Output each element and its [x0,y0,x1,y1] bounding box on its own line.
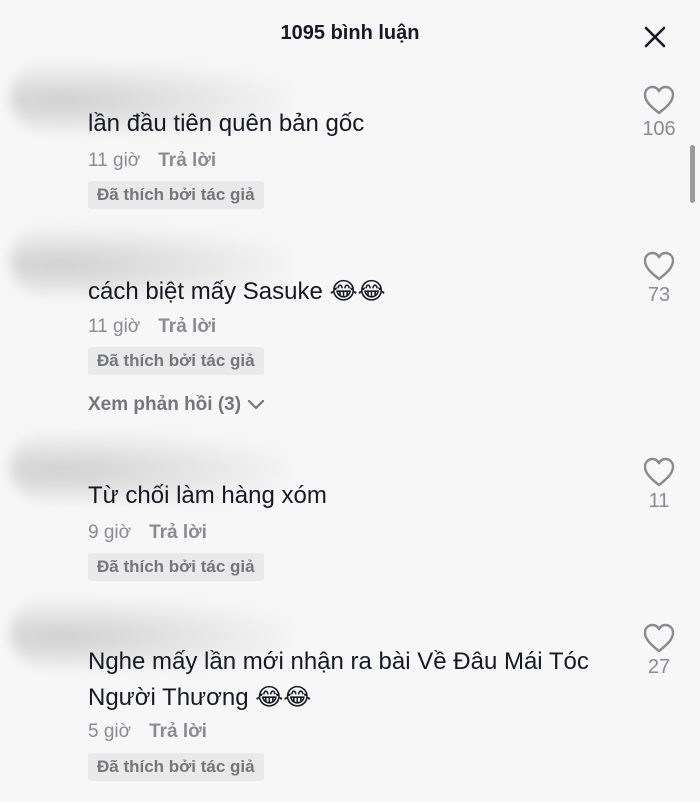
comment-meta: 11 giờ Trả lời [88,316,216,338]
reply-button[interactable]: Trả lời [158,316,216,338]
like-button[interactable]: 11 [636,456,682,513]
comment-count-title: 1095 bình luận [280,22,420,44]
liked-by-author-badge: Đã thích bởi tác giả [88,553,264,581]
comment-text: Từ chối làm hàng xóm [88,480,618,512]
reply-button[interactable]: Trả lời [158,150,216,172]
laughing-emoji: 😂😂 [255,684,312,711]
liked-by-author-badge: Đã thích bởi tác giả [88,181,264,209]
liked-by-author-badge: Đã thích bởi tác giả [88,347,264,375]
comment-time: 11 giờ [88,316,141,337]
heart-icon [643,251,675,281]
reply-button[interactable]: Trả lời [149,721,207,743]
like-count: 11 [648,490,670,512]
like-button[interactable]: 27 [636,622,682,679]
comment-time: 9 giờ [88,522,132,543]
like-count: 106 [642,118,676,140]
comment-text: cách biệt mấy Sasuke 😂😂 [88,276,618,308]
chevron-down-icon [247,399,265,410]
comments-header: 1095 bình luận [0,0,700,70]
like-button[interactable]: 73 [636,250,682,307]
close-icon [644,26,666,48]
comment-text: Nghe mấy lần mới nhận ra bài Về Đâu Mái … [88,646,618,714]
view-replies-label: Xem phản hồi (3) [88,394,242,415]
liked-by-author-badge: Đã thích bởi tác giả [88,753,264,781]
heart-icon [643,623,675,653]
comment-meta: 11 giờ Trả lời [88,150,216,172]
close-button[interactable] [638,20,672,54]
comment-meta: 9 giờ Trả lời [88,522,207,544]
comment-text: lần đầu tiên quên bản gốc [88,108,618,140]
like-count: 27 [647,656,671,678]
comment-body-line2: Người Thương [88,684,249,711]
comment-meta: 5 giờ Trả lời [88,721,207,743]
comment-body: lần đầu tiên quên bản gốc [88,110,365,137]
like-button[interactable]: 106 [636,84,682,141]
comment-time: 5 giờ [88,721,132,742]
scrollbar[interactable] [690,145,695,203]
heart-icon [643,457,675,487]
comment-body-line1: Nghe mấy lần mới nhận ra bài Về Đâu Mái … [88,648,589,675]
view-replies-button[interactable]: Xem phản hồi (3) [88,394,265,416]
comment-time: 11 giờ [88,150,141,171]
reply-button[interactable]: Trả lời [149,522,207,544]
comment-body: Từ chối làm hàng xóm [88,482,327,509]
like-count: 73 [647,284,671,306]
heart-icon [643,85,675,115]
comment-body: cách biệt mấy Sasuke [88,278,323,305]
laughing-emoji: 😂😂 [329,278,386,305]
